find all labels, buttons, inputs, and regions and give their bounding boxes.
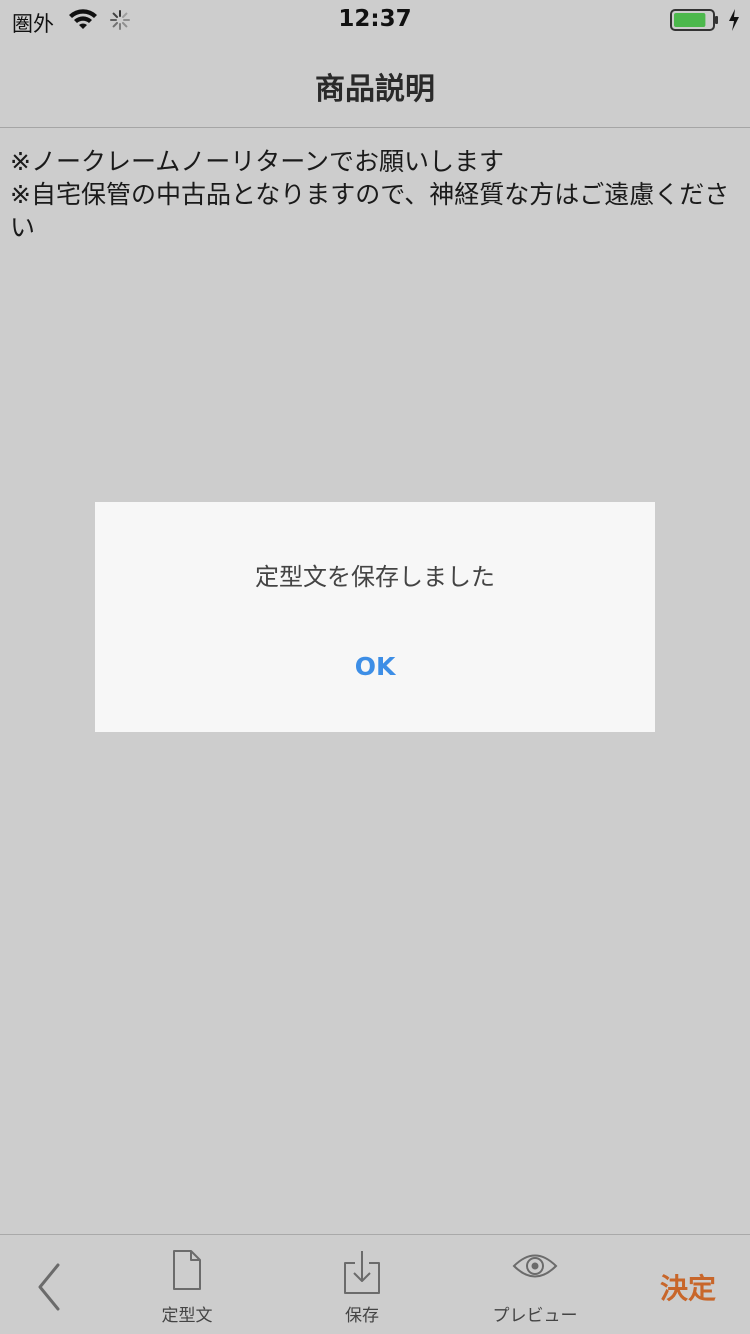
decide-button[interactable]: 決定 xyxy=(640,1267,736,1307)
page-title: 商品説明 xyxy=(315,72,435,107)
bottom-toolbar: 定型文 保存 プレビュー 決定 xyxy=(0,1234,750,1334)
dialog-message: 定型文を保存しました xyxy=(255,563,495,591)
status-time: 12:37 xyxy=(338,6,412,32)
saved-alert-dialog: 定型文を保存しました OK xyxy=(95,502,655,732)
chevron-left-icon[interactable] xyxy=(30,1261,70,1313)
screen: 圏外 12:37 商品説明 ※ノークレームノーリターンでお願いします ※自宅保管… xyxy=(0,0,750,1334)
template-label: 定型文 xyxy=(161,1306,213,1326)
description-line: ※自宅保管の中古品となりますので、神経質な方はご遠慮ください xyxy=(10,180,730,242)
preview-label: プレビュー xyxy=(492,1306,578,1326)
description-text-area[interactable]: ※ノークレームノーリターンでお願いします ※自宅保管の中古品となりますので、神経… xyxy=(10,145,738,244)
document-icon xyxy=(173,1250,201,1290)
save-button[interactable]: 保存 xyxy=(287,1249,437,1329)
status-bar: 圏外 12:37 xyxy=(0,0,750,40)
preview-button[interactable]: プレビュー xyxy=(460,1249,610,1329)
description-line: ※ノークレームノーリターンでお願いします xyxy=(10,147,504,176)
eye-icon xyxy=(512,1254,558,1278)
template-button[interactable]: 定型文 xyxy=(112,1249,262,1329)
save-label: 保存 xyxy=(345,1306,379,1326)
nav-bar: 商品説明 xyxy=(0,40,750,128)
battery-icon xyxy=(670,9,718,31)
charging-bolt-icon xyxy=(729,9,739,31)
download-icon xyxy=(344,1251,380,1294)
ok-button[interactable]: OK xyxy=(325,640,425,692)
